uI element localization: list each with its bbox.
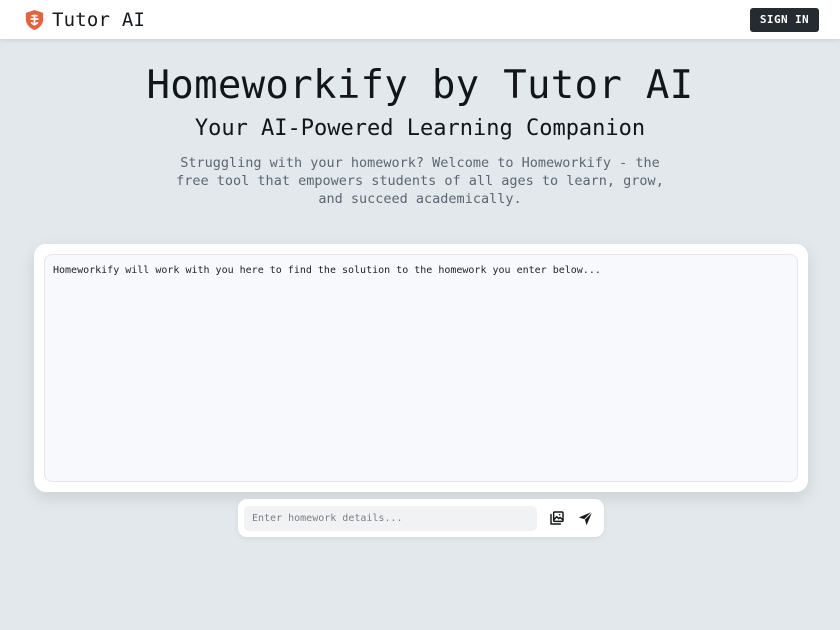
- chat-message: Homeworkify will work with you here to f…: [53, 265, 601, 276]
- top-navbar: Tutor AI SIGN IN: [0, 0, 840, 39]
- page-title: Homeworkify by Tutor AI: [146, 63, 694, 108]
- upload-image-button[interactable]: [546, 507, 568, 529]
- chat-panel: Homeworkify will work with you here to f…: [34, 244, 808, 492]
- homework-input[interactable]: [244, 505, 537, 531]
- brand[interactable]: Tutor AI: [23, 8, 145, 32]
- homework-composer: [238, 499, 604, 537]
- page-description: Struggling with your homework? Welcome t…: [176, 155, 664, 207]
- image-upload-icon: [550, 511, 564, 525]
- sign-in-button[interactable]: SIGN IN: [750, 7, 819, 32]
- send-button[interactable]: [574, 507, 596, 529]
- shield-logo-icon: [25, 9, 44, 30]
- page-subtitle: Your AI-Powered Learning Companion: [194, 116, 646, 141]
- send-icon: [578, 510, 593, 525]
- hero-section: Homeworkify by Tutor AI Your AI-Powered …: [0, 62, 840, 208]
- brand-name: Tutor AI: [52, 8, 146, 31]
- chat-message-area[interactable]: Homeworkify will work with you here to f…: [44, 254, 798, 482]
